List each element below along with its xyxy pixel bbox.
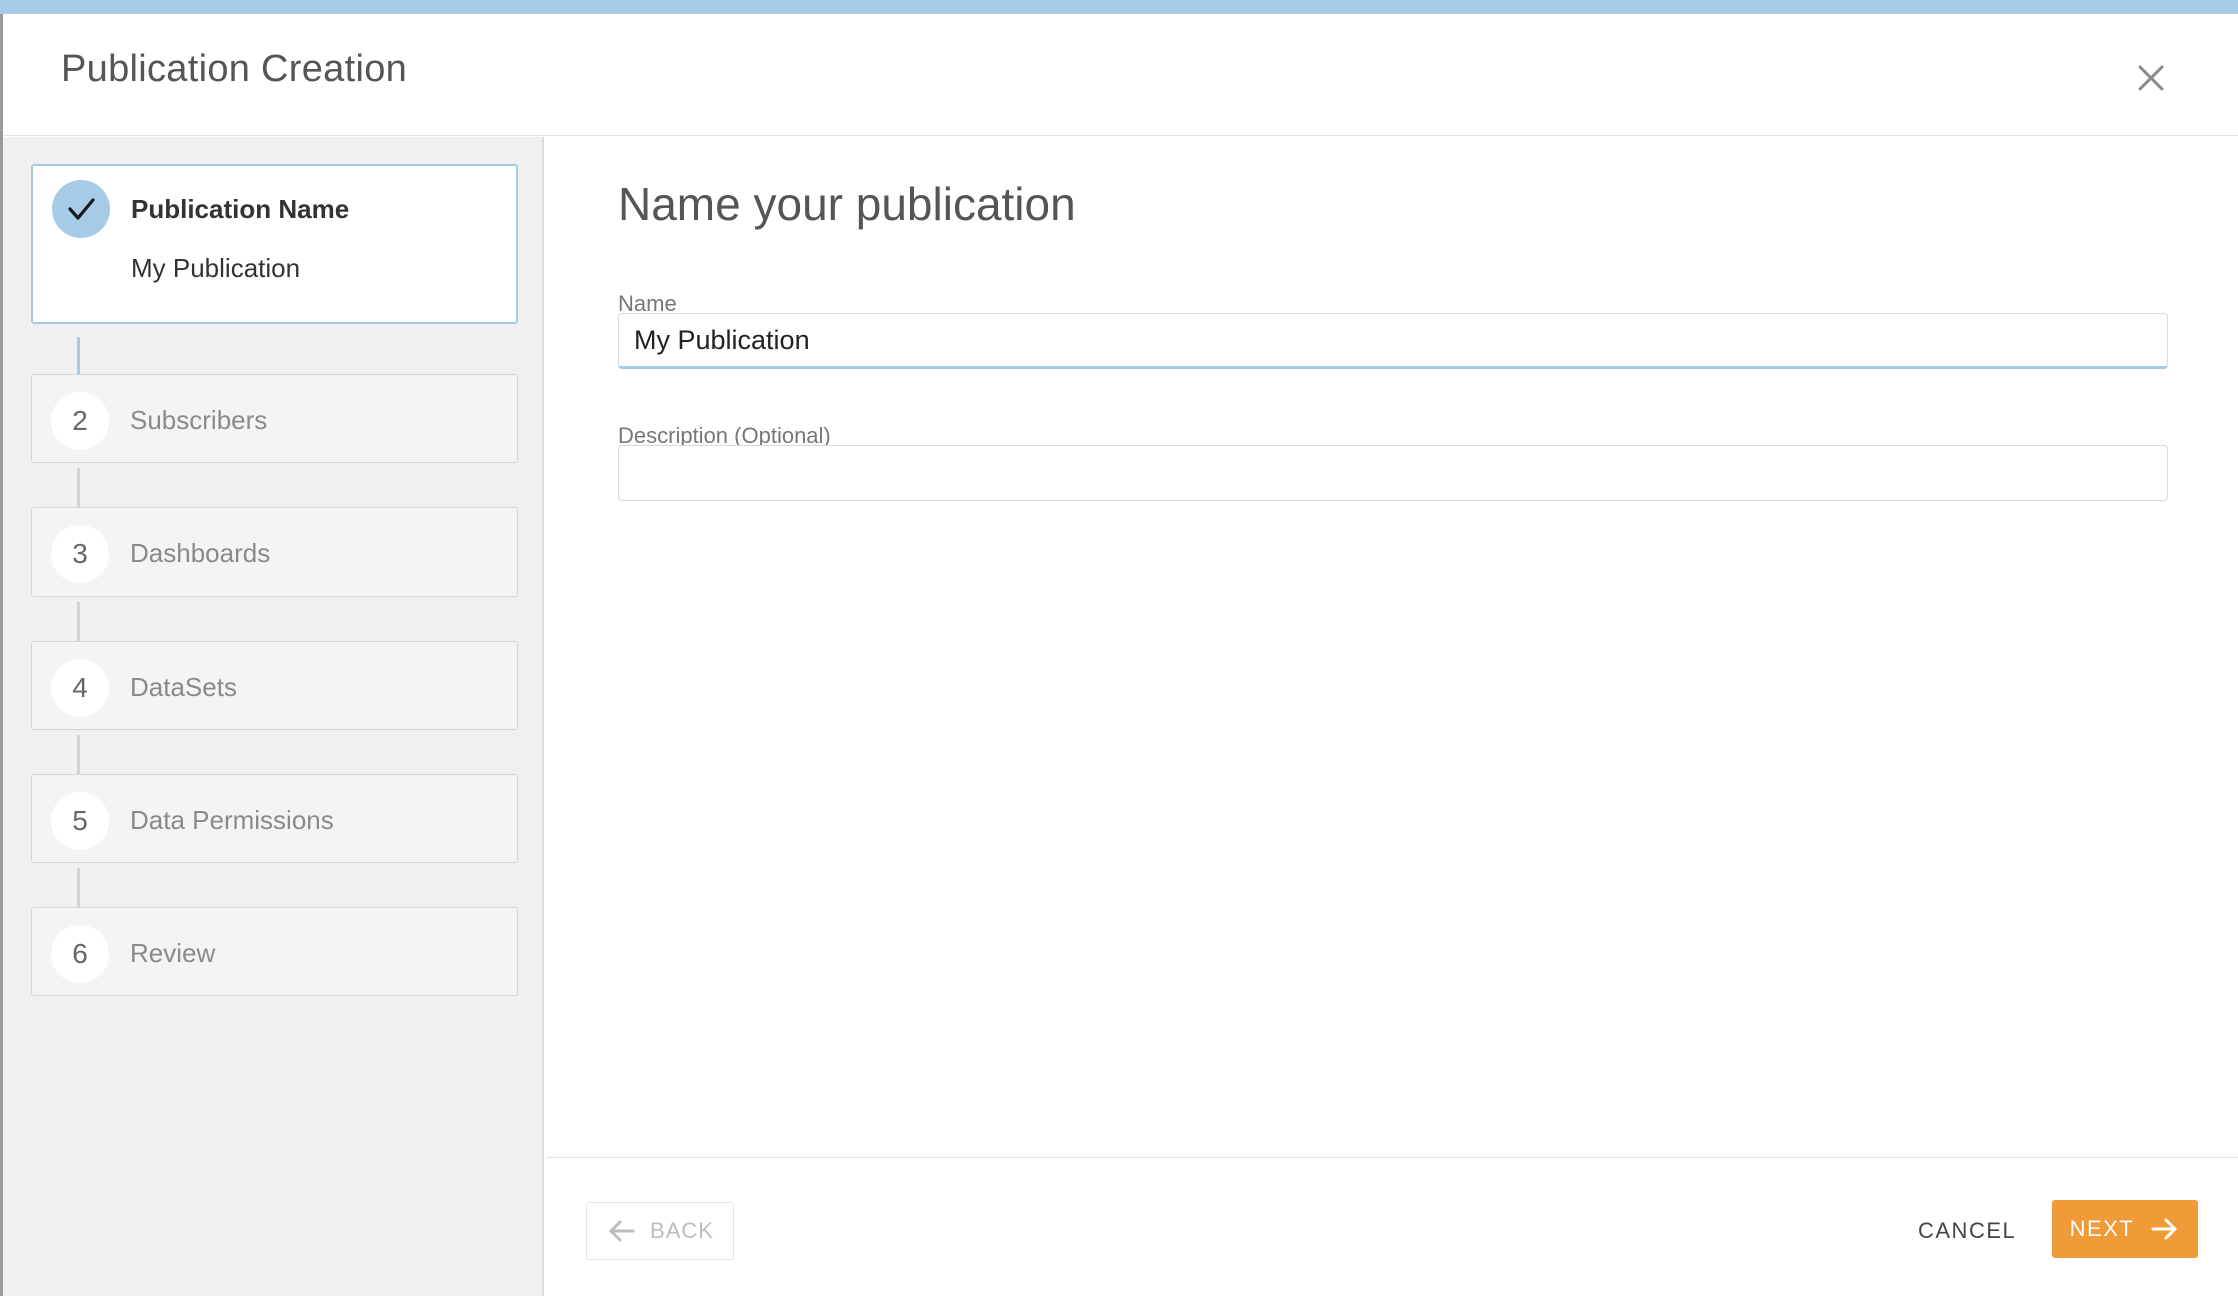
step-complete-badge (52, 180, 110, 238)
modal-title: Publication Creation (61, 48, 408, 90)
step-dashboards[interactable]: 3 Dashboards (31, 507, 518, 597)
back-label: BACK (650, 1218, 714, 1243)
description-input[interactable] (618, 445, 2168, 501)
steps-sidebar: Publication Name My Publication 2 Subscr… (3, 137, 544, 1296)
cancel-button[interactable]: CANCEL (1918, 1202, 2016, 1260)
next-button[interactable]: NEXT (2052, 1200, 2198, 1258)
step-number: 5 (51, 792, 109, 850)
step-label: DataSets (130, 672, 237, 702)
publication-creation-modal: Publication Creation Publication Name My… (0, 14, 2238, 1296)
step-label: Publication Name (131, 194, 350, 224)
cancel-label: CANCEL (1918, 1218, 2017, 1243)
top-accent-strip (0, 0, 2238, 14)
step-subscribers[interactable]: 2 Subscribers (31, 374, 518, 463)
back-button[interactable]: BACK (586, 1202, 734, 1260)
step-number: 4 (51, 659, 109, 717)
step-content: Name your publication Name Description (… (546, 137, 2238, 1157)
step-data-permissions[interactable]: 5 Data Permissions (31, 774, 518, 863)
step-heading: Name your publication (618, 178, 1076, 230)
step-number: 2 (51, 392, 109, 450)
arrow-left-icon (609, 1220, 635, 1242)
step-label: Review (130, 938, 216, 968)
close-button[interactable] (2133, 60, 2169, 96)
step-publication-name[interactable]: Publication Name My Publication (31, 164, 518, 324)
step-label: Data Permissions (130, 805, 334, 835)
step-review[interactable]: 6 Review (31, 907, 518, 996)
step-label: Subscribers (130, 405, 268, 435)
checkmark-icon (68, 198, 95, 220)
step-number: 6 (51, 925, 109, 983)
modal-footer: BACK CANCEL NEXT (546, 1157, 2238, 1296)
step-connector (77, 337, 80, 374)
name-input[interactable] (618, 313, 2168, 369)
step-datasets[interactable]: 4 DataSets (31, 641, 518, 730)
modal-header: Publication Creation (3, 14, 2238, 136)
step-number: 3 (51, 525, 109, 583)
arrow-right-icon (2151, 1218, 2177, 1240)
step-value: My Publication (131, 253, 301, 283)
next-label: NEXT (2069, 1216, 2135, 1241)
step-label: Dashboards (130, 538, 271, 568)
close-icon (2138, 65, 2164, 91)
